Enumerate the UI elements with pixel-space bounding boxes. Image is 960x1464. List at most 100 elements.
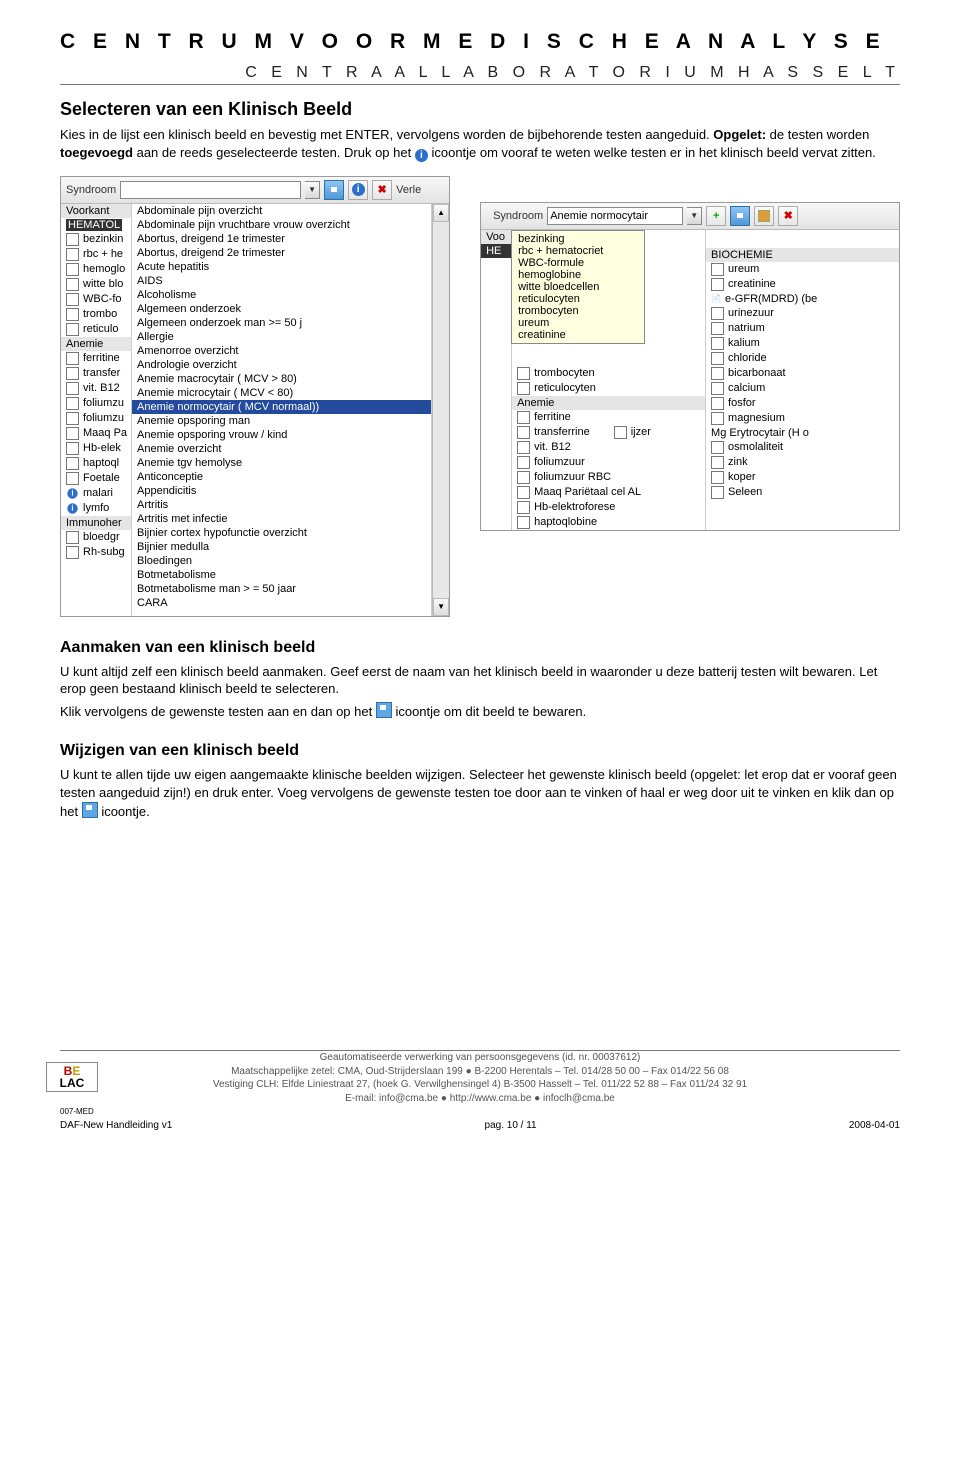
dropdown-item[interactable]: Abortus, dreigend 2e trimester xyxy=(132,246,431,260)
section1-heading: Selecteren van een Klinisch Beeld xyxy=(60,99,900,120)
footer-line4: E-mail: info@cma.be ● http://www.cma.be … xyxy=(60,1092,900,1106)
right-column: BIOCHEMIEureumcreatinine📄e-GFR(MDRD) (be… xyxy=(706,230,899,530)
screenshot-syndroom-dropdown: Syndroom ▼ i ✖ Verle VoorkantHEMATOLbezi… xyxy=(60,176,450,617)
info-button-icon[interactable] xyxy=(754,206,774,226)
tooltip-item: witte bloedcellen xyxy=(518,281,638,293)
tooltip-item: bezinking xyxy=(518,233,638,245)
section1-text: Kies in de lijst een klinisch beeld en b… xyxy=(60,127,713,142)
save-icon[interactable] xyxy=(324,180,344,200)
tooltip-item: ureum xyxy=(518,317,638,329)
tooltip-test-list: bezinkingrbc + hematocrietWBC-formulehem… xyxy=(511,230,645,344)
footer-line2: Maatschappelijke zetel: CMA, Oud-Strijde… xyxy=(60,1065,900,1079)
header-rule xyxy=(60,84,900,85)
dropdown-item[interactable]: Anticonceptie xyxy=(132,470,431,484)
tooltip-item: reticulocyten xyxy=(518,293,638,305)
dropdown-item[interactable]: Anemie tgv hemolyse xyxy=(132,456,431,470)
save-icon[interactable] xyxy=(730,206,750,226)
delete-icon[interactable]: ✖ xyxy=(372,180,392,200)
add-icon[interactable]: + xyxy=(706,206,726,226)
scroll-up-icon[interactable]: ▲ xyxy=(433,204,449,222)
dropdown-arrow-icon[interactable]: ▼ xyxy=(305,181,320,199)
syndroom-combo[interactable] xyxy=(120,181,301,199)
page-number: pag. 10 / 11 xyxy=(485,1120,537,1131)
screenshots-row: Syndroom ▼ i ✖ Verle VoorkantHEMATOLbezi… xyxy=(60,176,900,617)
info-button-icon[interactable]: i xyxy=(348,180,368,200)
section2-text: Klik vervolgens de gewenste testen aan e… xyxy=(60,704,376,719)
section1-p1: Kies in de lijst een klinisch beeld en b… xyxy=(60,126,900,162)
dropdown-item[interactable]: Bloedingen xyxy=(132,554,431,568)
dropdown-item[interactable]: Botmetabolisme xyxy=(132,568,431,582)
dropdown-item[interactable]: CARA xyxy=(132,596,431,610)
dropdown-item[interactable]: Bijnier medulla xyxy=(132,540,431,554)
toolbar-label: Syndroom xyxy=(493,210,543,222)
narrow-col: Voo HE xyxy=(481,230,512,530)
dropdown-item[interactable]: Algemeen onderzoek xyxy=(132,302,431,316)
dropdown-item[interactable]: Allergie xyxy=(132,330,431,344)
section3-heading: Wijzigen van een klinisch beeld xyxy=(60,742,900,760)
scrollbar[interactable]: ▲ ▼ xyxy=(432,204,449,616)
dropdown-item[interactable]: Anemie microcytair ( MCV < 80) xyxy=(132,386,431,400)
toolbar: Syndroom ▼ + ✖ xyxy=(481,203,899,230)
info-icon: i xyxy=(415,149,428,162)
dropdown-item[interactable]: Anemie macrocytair ( MCV > 80) xyxy=(132,372,431,386)
dropdown-list[interactable]: Abdominale pijn overzichtAbdominale pijn… xyxy=(132,204,432,616)
dropdown-item[interactable]: Anemie opsporing man xyxy=(132,414,431,428)
dropdown-item[interactable]: Anemie opsporing vrouw / kind xyxy=(132,428,431,442)
dropdown-item[interactable]: Artritis met infectie xyxy=(132,512,431,526)
dropdown-item[interactable]: Alcoholisme xyxy=(132,288,431,302)
section1-text4: icoontje om vooraf te weten welke testen… xyxy=(431,145,875,160)
panel-body: Voo HE bezinkingrbc + hematocrietWBC-for… xyxy=(481,230,899,530)
dropdown-arrow-icon[interactable]: ▼ xyxy=(687,207,702,225)
dropdown-item[interactable]: Abdominale pijn vruchtbare vrouw overzic… xyxy=(132,218,431,232)
footer-line1: Geautomatiseerde verwerking van persoons… xyxy=(60,1051,900,1065)
tooltip-item: rbc + hematocriet xyxy=(518,245,638,257)
category-label: HE xyxy=(481,244,511,258)
section1-bold2: toegevoegd xyxy=(60,145,133,160)
dropdown-item[interactable]: AIDS xyxy=(132,274,431,288)
screenshot-syndroom-panel: Syndroom ▼ + ✖ Voo HE bezinkingrbc + hem… xyxy=(480,202,900,531)
tooltip-item: trombocyten xyxy=(518,305,638,317)
tooltip-item: creatinine xyxy=(518,329,638,341)
section2-heading: Aanmaken van een klinisch beeld xyxy=(60,639,900,657)
toolbar: Syndroom ▼ i ✖ Verle xyxy=(61,177,449,204)
belac-code: 007-MED xyxy=(60,1107,900,1116)
save-icon xyxy=(376,702,392,718)
save-icon xyxy=(82,802,98,818)
dropdown-item[interactable]: Artritis xyxy=(132,498,431,512)
scroll-down-icon[interactable]: ▼ xyxy=(433,598,449,616)
tab-label: Voo xyxy=(481,230,511,244)
dropdown-item[interactable]: Abortus, dreigend 1e trimester xyxy=(132,232,431,246)
dropdown-item[interactable]: Algemeen onderzoek man >= 50 j xyxy=(132,316,431,330)
section1-bold1: Opgelet: xyxy=(713,127,766,142)
tooltip-item: WBC-formule xyxy=(518,257,638,269)
dropdown-item[interactable]: Botmetabolisme man > = 50 jaar xyxy=(132,582,431,596)
panel-body: VoorkantHEMATOLbezinkinrbc + hehemoglowi… xyxy=(61,204,449,616)
dropdown-item[interactable]: Anemie overzicht xyxy=(132,442,431,456)
dropdown-item[interactable]: Bijnier cortex hypofunctie overzicht xyxy=(132,526,431,540)
section3-p1: U kunt te allen tijde uw eigen aangemaak… xyxy=(60,766,900,820)
toolbar-after: Verle xyxy=(396,184,421,196)
header-title: C E N T R U M V O O R M E D I S C H E A … xyxy=(60,30,900,54)
header-subtitle: C E N T R A A L L A B O R A T O R I U M … xyxy=(60,64,900,82)
section2-p2: Klik vervolgens de gewenste testen aan e… xyxy=(60,702,900,721)
dropdown-item[interactable]: Andrologie overzicht xyxy=(132,358,431,372)
syndroom-combo[interactable] xyxy=(547,207,683,225)
doc-date: 2008-04-01 xyxy=(849,1120,900,1131)
section3-text2: icoontje. xyxy=(101,804,149,819)
section2-text2: icoontje om dit beeld te bewaren. xyxy=(395,704,586,719)
section1-text3: aan de reeds geselecteerde testen. Druk … xyxy=(137,145,415,160)
dropdown-item[interactable]: Appendicitis xyxy=(132,484,431,498)
dropdown-item[interactable]: Anemie normocytair ( MCV normaal)) xyxy=(132,400,431,414)
belac-logo: BE LAC xyxy=(46,1062,98,1092)
tooltip-item: hemoglobine xyxy=(518,269,638,281)
left-partial-column: VoorkantHEMATOLbezinkinrbc + hehemoglowi… xyxy=(61,204,132,616)
footer-line3: Vestiging CLH: Elfde Liniestraat 27, (ho… xyxy=(60,1078,900,1092)
dropdown-item[interactable]: Abdominale pijn overzicht xyxy=(132,204,431,218)
footer: BE LAC Geautomatiseerde verwerking van p… xyxy=(60,1050,900,1131)
section3-text: U kunt te allen tijde uw eigen aangemaak… xyxy=(60,767,897,818)
dropdown-item[interactable]: Acute hepatitis xyxy=(132,260,431,274)
section1-text2: de testen worden xyxy=(770,127,870,142)
dropdown-item[interactable]: Amenorroe overzicht xyxy=(132,344,431,358)
section2-p1: U kunt altijd zelf een klinisch beeld aa… xyxy=(60,663,900,698)
close-icon[interactable]: ✖ xyxy=(778,206,798,226)
